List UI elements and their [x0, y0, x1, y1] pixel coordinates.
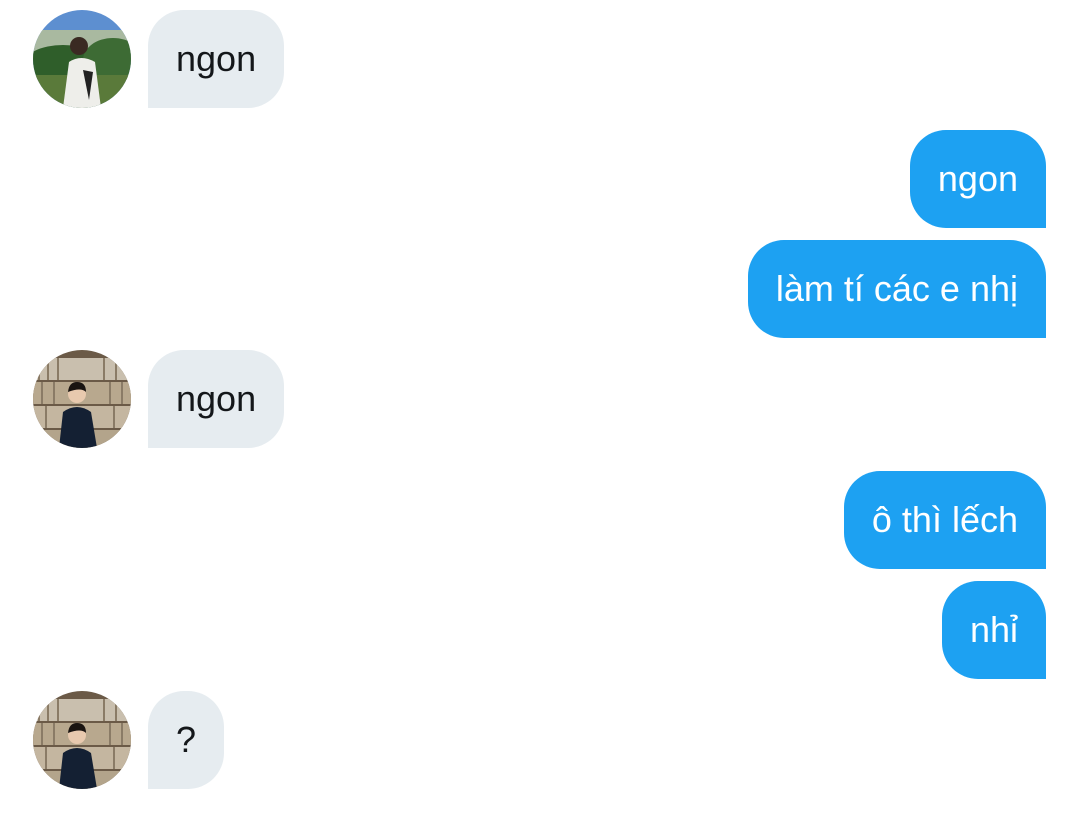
avatar[interactable] [33, 10, 131, 108]
avatar[interactable] [33, 691, 131, 789]
message-text: ? [176, 719, 197, 760]
avatar-landscape-image [33, 10, 131, 108]
message-bubble-outgoing[interactable]: ngon [909, 130, 1046, 228]
message-bubble-incoming[interactable]: ? [148, 691, 225, 789]
message-text: ô thì lếch [871, 499, 1018, 540]
conversation-thread: ngon ngon làm tí các e nhị ngon ô thì lế… [0, 0, 1080, 831]
message-text: ngon [937, 158, 1018, 199]
message-text: ngon [176, 38, 257, 79]
avatar-bookshelf-image [33, 350, 131, 448]
message-bubble-outgoing[interactable]: ô thì lếch [843, 471, 1046, 569]
message-text: ngon [176, 378, 257, 419]
message-bubble-incoming[interactable]: ngon [148, 10, 285, 108]
message-bubble-outgoing[interactable]: nhỉ [941, 581, 1046, 679]
message-bubble-outgoing[interactable]: làm tí các e nhị [747, 240, 1046, 338]
message-bubble-incoming[interactable]: ngon [148, 350, 285, 448]
avatar-bookshelf-image [33, 691, 131, 789]
message-text: làm tí các e nhị [775, 268, 1018, 309]
avatar[interactable] [33, 350, 131, 448]
message-text: nhỉ [969, 609, 1018, 650]
